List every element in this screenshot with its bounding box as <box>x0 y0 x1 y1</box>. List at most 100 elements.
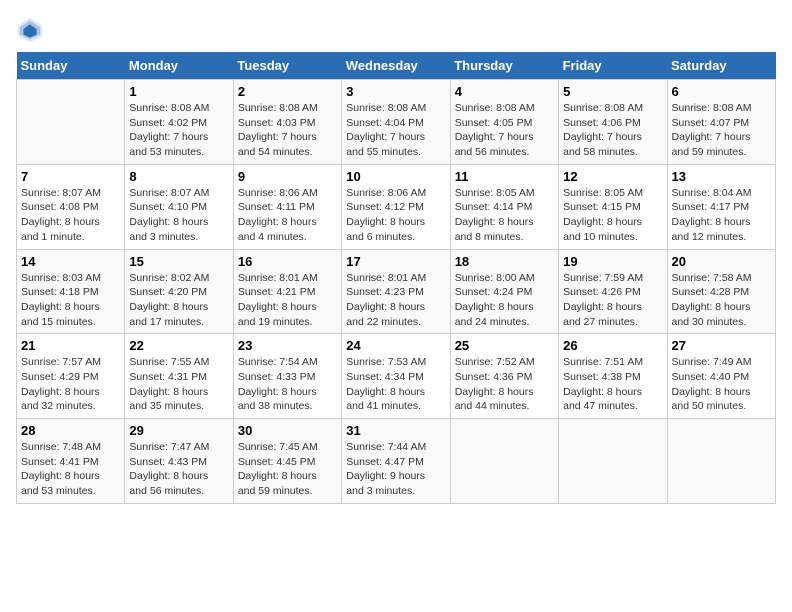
day-info: Sunrise: 7:53 AM Sunset: 4:34 PM Dayligh… <box>346 355 445 414</box>
day-info: Sunrise: 7:44 AM Sunset: 4:47 PM Dayligh… <box>346 440 445 499</box>
week-row-1: 1 Sunrise: 8:08 AM Sunset: 4:02 PM Daylig… <box>17 80 776 165</box>
week-row-5: 28 Sunrise: 7:48 AM Sunset: 4:41 PM Dayli… <box>17 419 776 504</box>
day-info: Sunrise: 7:57 AM Sunset: 4:29 PM Dayligh… <box>21 355 120 414</box>
day-info: Sunrise: 7:49 AM Sunset: 4:40 PM Dayligh… <box>672 355 771 414</box>
day-number: 19 <box>563 254 662 269</box>
day-number: 10 <box>346 169 445 184</box>
logo-icon <box>16 16 44 44</box>
calendar-cell: 29 Sunrise: 7:47 AM Sunset: 4:43 PM Dayli… <box>125 419 233 504</box>
calendar-cell: 14Sunrise: 8:03 AM Sunset: 4:18 PM Dayli… <box>17 249 125 334</box>
calendar-cell: 23Sunrise: 7:54 AM Sunset: 4:33 PM Dayli… <box>233 334 341 419</box>
day-info: Sunrise: 7:48 AM Sunset: 4:41 PM Dayligh… <box>21 440 120 499</box>
calendar-cell: 28 Sunrise: 7:48 AM Sunset: 4:41 PM Dayli… <box>17 419 125 504</box>
day-number: 20 <box>672 254 771 269</box>
calendar-cell: 26 Sunrise: 7:51 AM Sunset: 4:38 PM Dayli… <box>559 334 667 419</box>
calendar-cell <box>667 419 775 504</box>
day-info: Sunrise: 8:05 AM Sunset: 4:14 PM Dayligh… <box>455 186 554 245</box>
day-info: Sunrise: 8:08 AM Sunset: 4:03 PM Dayligh… <box>238 101 337 160</box>
day-info: Sunrise: 8:08 AM Sunset: 4:05 PM Dayligh… <box>455 101 554 160</box>
day-number: 8 <box>129 169 228 184</box>
day-info: Sunrise: 7:59 AM Sunset: 4:26 PM Dayligh… <box>563 271 662 330</box>
day-number: 2 <box>238 84 337 99</box>
calendar-cell: 9Sunrise: 8:06 AM Sunset: 4:11 PM Daylig… <box>233 164 341 249</box>
day-number: 17 <box>346 254 445 269</box>
header-cell-wednesday: Wednesday <box>342 52 450 80</box>
day-number: 27 <box>672 338 771 353</box>
calendar-cell: 8 Sunrise: 8:07 AM Sunset: 4:10 PM Daylig… <box>125 164 233 249</box>
day-number: 18 <box>455 254 554 269</box>
calendar-cell: 6Sunrise: 8:08 AM Sunset: 4:07 PM Daylig… <box>667 80 775 165</box>
day-info: Sunrise: 8:00 AM Sunset: 4:24 PM Dayligh… <box>455 271 554 330</box>
day-info: Sunrise: 7:45 AM Sunset: 4:45 PM Dayligh… <box>238 440 337 499</box>
calendar-cell: 27 Sunrise: 7:49 AM Sunset: 4:40 PM Dayli… <box>667 334 775 419</box>
day-number: 15 <box>129 254 228 269</box>
calendar-cell <box>559 419 667 504</box>
day-number: 22 <box>129 338 228 353</box>
day-info: Sunrise: 8:08 AM Sunset: 4:06 PM Dayligh… <box>563 101 662 160</box>
day-info: Sunrise: 7:51 AM Sunset: 4:38 PM Dayligh… <box>563 355 662 414</box>
calendar-cell: 20 Sunrise: 7:58 AM Sunset: 4:28 PM Dayli… <box>667 249 775 334</box>
day-number: 1 <box>129 84 228 99</box>
calendar-cell: 5 Sunrise: 8:08 AM Sunset: 4:06 PM Daylig… <box>559 80 667 165</box>
week-row-3: 14Sunrise: 8:03 AM Sunset: 4:18 PM Dayli… <box>17 249 776 334</box>
day-number: 29 <box>129 423 228 438</box>
day-number: 31 <box>346 423 445 438</box>
day-info: Sunrise: 8:01 AM Sunset: 4:21 PM Dayligh… <box>238 271 337 330</box>
day-info: Sunrise: 8:07 AM Sunset: 4:10 PM Dayligh… <box>129 186 228 245</box>
calendar-table: SundayMondayTuesdayWednesdayThursdayFrid… <box>16 52 776 504</box>
day-number: 30 <box>238 423 337 438</box>
header-cell-tuesday: Tuesday <box>233 52 341 80</box>
day-number: 26 <box>563 338 662 353</box>
logo <box>16 16 48 44</box>
day-info: Sunrise: 8:02 AM Sunset: 4:20 PM Dayligh… <box>129 271 228 330</box>
header-cell-saturday: Saturday <box>667 52 775 80</box>
day-info: Sunrise: 8:04 AM Sunset: 4:17 PM Dayligh… <box>672 186 771 245</box>
calendar-cell: 25 Sunrise: 7:52 AM Sunset: 4:36 PM Dayli… <box>450 334 558 419</box>
calendar-cell <box>17 80 125 165</box>
calendar-cell: 10 Sunrise: 8:06 AM Sunset: 4:12 PM Dayli… <box>342 164 450 249</box>
calendar-cell: 24Sunrise: 7:53 AM Sunset: 4:34 PM Dayli… <box>342 334 450 419</box>
week-row-2: 7Sunrise: 8:07 AM Sunset: 4:08 PM Daylig… <box>17 164 776 249</box>
day-info: Sunrise: 8:08 AM Sunset: 4:07 PM Dayligh… <box>672 101 771 160</box>
day-number: 28 <box>21 423 120 438</box>
header-cell-sunday: Sunday <box>17 52 125 80</box>
calendar-cell: 13Sunrise: 8:04 AM Sunset: 4:17 PM Dayli… <box>667 164 775 249</box>
calendar-cell: 4 Sunrise: 8:08 AM Sunset: 4:05 PM Daylig… <box>450 80 558 165</box>
calendar-cell: 2 Sunrise: 8:08 AM Sunset: 4:03 PM Daylig… <box>233 80 341 165</box>
calendar-cell: 21 Sunrise: 7:57 AM Sunset: 4:29 PM Dayli… <box>17 334 125 419</box>
header-row: SundayMondayTuesdayWednesdayThursdayFrid… <box>17 52 776 80</box>
day-number: 5 <box>563 84 662 99</box>
day-info: Sunrise: 7:52 AM Sunset: 4:36 PM Dayligh… <box>455 355 554 414</box>
calendar-cell: 22 Sunrise: 7:55 AM Sunset: 4:31 PM Dayli… <box>125 334 233 419</box>
day-info: Sunrise: 7:55 AM Sunset: 4:31 PM Dayligh… <box>129 355 228 414</box>
page-header <box>16 16 776 44</box>
day-number: 3 <box>346 84 445 99</box>
day-info: Sunrise: 8:05 AM Sunset: 4:15 PM Dayligh… <box>563 186 662 245</box>
calendar-cell: 12 Sunrise: 8:05 AM Sunset: 4:15 PM Dayli… <box>559 164 667 249</box>
calendar-cell: 30 Sunrise: 7:45 AM Sunset: 4:45 PM Dayli… <box>233 419 341 504</box>
day-number: 14 <box>21 254 120 269</box>
day-info: Sunrise: 7:54 AM Sunset: 4:33 PM Dayligh… <box>238 355 337 414</box>
calendar-cell: 16 Sunrise: 8:01 AM Sunset: 4:21 PM Dayli… <box>233 249 341 334</box>
day-number: 21 <box>21 338 120 353</box>
calendar-cell: 17 Sunrise: 8:01 AM Sunset: 4:23 PM Dayli… <box>342 249 450 334</box>
calendar-cell: 11 Sunrise: 8:05 AM Sunset: 4:14 PM Dayli… <box>450 164 558 249</box>
calendar-cell: 7Sunrise: 8:07 AM Sunset: 4:08 PM Daylig… <box>17 164 125 249</box>
day-info: Sunrise: 8:01 AM Sunset: 4:23 PM Dayligh… <box>346 271 445 330</box>
calendar-cell: 15 Sunrise: 8:02 AM Sunset: 4:20 PM Dayli… <box>125 249 233 334</box>
calendar-cell <box>450 419 558 504</box>
calendar-cell: 3 Sunrise: 8:08 AM Sunset: 4:04 PM Daylig… <box>342 80 450 165</box>
day-number: 25 <box>455 338 554 353</box>
day-number: 4 <box>455 84 554 99</box>
day-number: 16 <box>238 254 337 269</box>
day-info: Sunrise: 7:58 AM Sunset: 4:28 PM Dayligh… <box>672 271 771 330</box>
day-info: Sunrise: 8:08 AM Sunset: 4:04 PM Dayligh… <box>346 101 445 160</box>
day-number: 12 <box>563 169 662 184</box>
header-cell-friday: Friday <box>559 52 667 80</box>
header-cell-thursday: Thursday <box>450 52 558 80</box>
day-number: 7 <box>21 169 120 184</box>
day-info: Sunrise: 8:08 AM Sunset: 4:02 PM Dayligh… <box>129 101 228 160</box>
day-info: Sunrise: 7:47 AM Sunset: 4:43 PM Dayligh… <box>129 440 228 499</box>
day-info: Sunrise: 8:06 AM Sunset: 4:12 PM Dayligh… <box>346 186 445 245</box>
day-number: 11 <box>455 169 554 184</box>
